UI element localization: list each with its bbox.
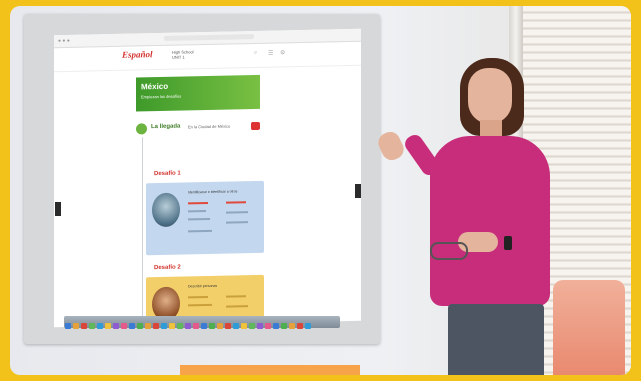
dock-app-icon xyxy=(233,323,239,329)
presenter-pants xyxy=(448,304,544,375)
challenge-2-title: Desafío 2 xyxy=(154,264,181,272)
dock-app-icon xyxy=(289,323,295,329)
window-controls-icon: ● ● ● xyxy=(58,37,70,45)
lesson-label: La llegada xyxy=(151,123,181,131)
menu-icon: ☰ xyxy=(268,50,274,57)
search-icon: ⌕ xyxy=(254,49,258,57)
eyeglasses xyxy=(430,242,468,260)
dock-app-icon xyxy=(225,323,231,329)
presenter-face xyxy=(468,68,512,124)
video-icon xyxy=(251,121,260,131)
dock-app-icon xyxy=(145,323,151,329)
dock-app-icon xyxy=(281,323,287,329)
dock-app-icon xyxy=(153,323,159,329)
dock-app-icon xyxy=(105,323,111,329)
unit-banner: México Empiezan los desafíos xyxy=(136,74,260,112)
address-bar xyxy=(164,34,254,41)
dock-app-icon xyxy=(177,323,183,329)
presenter xyxy=(370,46,580,375)
card2-line xyxy=(188,303,212,307)
dock-app-icon xyxy=(113,323,119,329)
challenge-1-title: Desafío 1 xyxy=(154,170,181,178)
dock-app-icon xyxy=(305,323,311,329)
dock-app-icon xyxy=(241,323,247,329)
dock-app-icon xyxy=(249,323,255,329)
card1-line xyxy=(226,211,248,214)
stadium-photo xyxy=(152,192,180,228)
lesson-row: La llegada En la Ciudad de México xyxy=(136,121,266,136)
lesson-circle-icon xyxy=(136,123,147,135)
challenge-1-card: Identificarse e identificar a otros xyxy=(146,180,264,256)
smartwatch xyxy=(504,236,512,250)
card2-line xyxy=(226,305,248,308)
dock-app-icon xyxy=(217,323,223,329)
card2-line xyxy=(226,295,246,298)
dock-app-icon xyxy=(257,323,263,329)
dock-app-icon xyxy=(89,323,95,329)
projected-screen: ● ● ● Español High School UNIT 1 ⌕ ☰ ⚙ M… xyxy=(54,28,361,328)
dock-app-icon xyxy=(137,323,143,329)
header-line-2: UNIT 1 xyxy=(172,54,185,60)
card2-heading: Describir personas xyxy=(188,283,218,289)
dock-app-icon xyxy=(81,323,87,329)
dock-app-icon xyxy=(185,323,191,329)
card1-line xyxy=(188,217,210,221)
banner-title: México xyxy=(141,81,169,92)
card1-line xyxy=(226,221,248,224)
dock-app-icon xyxy=(297,323,303,329)
presenter-shirt xyxy=(430,136,550,306)
dock-app-icon xyxy=(129,323,135,329)
header-subtitle: High School UNIT 1 xyxy=(172,49,194,59)
floor-strip xyxy=(180,365,360,375)
card1-line xyxy=(188,210,206,213)
dock-app-icon xyxy=(121,323,127,329)
dock-app-icon xyxy=(65,323,71,329)
banner-subtitle: Empiezan los desafíos xyxy=(141,93,182,100)
dock-app-icon xyxy=(201,323,207,329)
timeline-line xyxy=(142,137,143,328)
card1-heading: Identificarse e identificar a otros xyxy=(188,189,238,195)
photo-frame: ● ● ● Español High School UNIT 1 ⌕ ☰ ⚙ M… xyxy=(10,6,631,375)
dock-app-icon xyxy=(97,323,103,329)
lesson-location: En la Ciudad de México xyxy=(188,123,231,130)
site-logo: Español xyxy=(122,49,153,60)
app-dock xyxy=(64,316,340,329)
dock-app-icon xyxy=(169,323,175,329)
dock-app-icon xyxy=(161,323,167,329)
card1-line xyxy=(188,229,212,233)
card1-line xyxy=(226,201,246,204)
dock-app-icon xyxy=(273,323,279,329)
dock-app-icon xyxy=(73,323,79,329)
next-arrow-icon xyxy=(355,184,361,198)
prev-arrow-icon xyxy=(55,202,61,216)
dock-app-icon xyxy=(209,323,215,329)
card1-line xyxy=(188,201,208,205)
dock-app-icon xyxy=(265,323,271,329)
card2-line xyxy=(188,295,208,299)
gear-icon: ⚙ xyxy=(280,50,286,57)
interactive-whiteboard: ● ● ● Español High School UNIT 1 ⌕ ☰ ⚙ M… xyxy=(24,14,380,344)
dock-app-icon xyxy=(193,323,199,329)
presenter-raised-hand xyxy=(375,128,407,164)
